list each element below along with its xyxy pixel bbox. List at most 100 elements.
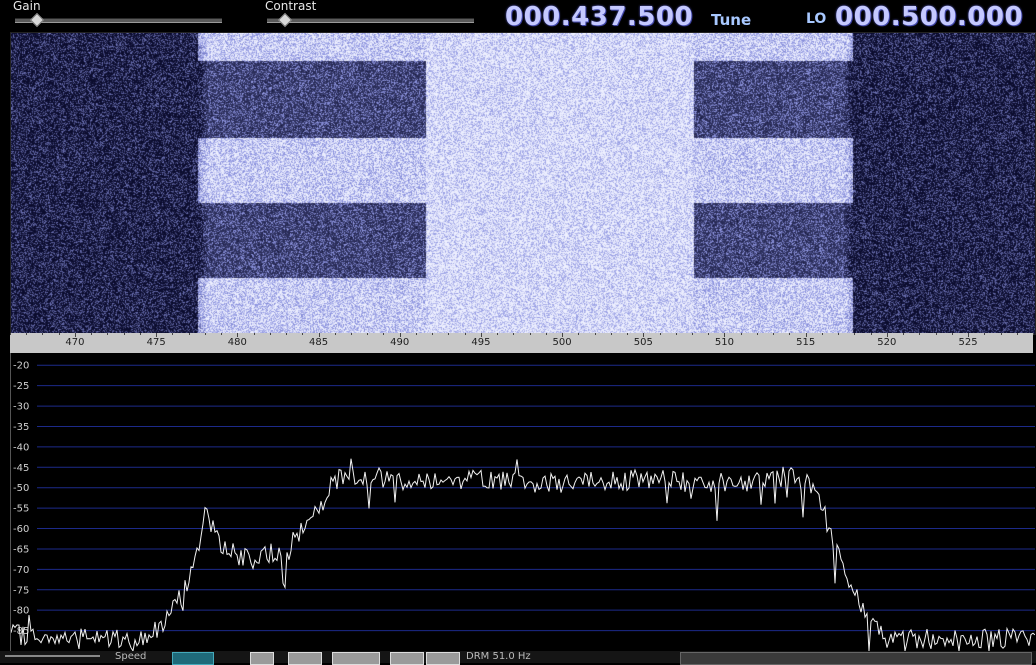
y-tick-label: -85 [13,626,29,637]
contrast-slider-thumb[interactable] [277,12,292,28]
axis-minor-tick [464,333,466,335]
axis-minor-tick [578,333,580,335]
axis-minor-tick [756,333,758,335]
axis-minor-tick [951,333,953,335]
bottom-toolbar: Speed DRM 51.0 Hz [0,651,1036,665]
speed-label: Speed [115,651,147,662]
frequency-tick-label: 520 [877,337,897,348]
axis-minor-tick [935,333,937,335]
frequency-tick-label: 515 [796,337,816,348]
axis-minor-tick [610,333,612,335]
speed-button[interactable] [172,652,214,665]
axis-minor-tick [789,333,791,335]
axis-minor-tick [708,333,710,335]
y-tick-label: -70 [13,565,29,576]
spectrum-plot[interactable]: -20 -25 -30 -35 -40 -45 -50 -55 -60 -65 -70 -75 -80 -… [10,353,1035,651]
contrast-label: Contrast [265,0,317,13]
axis-minor-tick [513,333,515,335]
y-tick-label: -35 [13,422,29,433]
axis-minor-tick [415,333,417,335]
axis-minor-tick [448,333,450,335]
frequency-tick-label: 485 [308,337,329,348]
gain-slider-track[interactable] [15,18,222,23]
spectrum-svg: -20 -25 -30 -35 -40 -45 -50 -55 -60 -65 -70 -75 -80 -… [11,361,1035,651]
axis-minor-tick [740,333,742,335]
gain-slider-thumb[interactable] [29,12,44,28]
axis-minor-tick [919,333,921,335]
axis-minor-tick [221,333,223,335]
frequency-tick-label: 470 [65,337,85,348]
toolbar-button-2[interactable] [288,652,322,665]
toolbar-button-3[interactable] [332,652,380,665]
toolbar-button-1[interactable] [250,652,274,665]
y-tick-label: -80 [13,606,29,617]
axis-minor-tick [334,333,336,335]
toolbar-button-4[interactable] [390,652,424,665]
axis-minor-tick [253,333,255,335]
axis-minor-tick [984,333,986,335]
contrast-slider-track[interactable] [267,18,474,23]
spectrum-y-axis: -20 -25 -30 -35 -40 -45 -50 -55 -60 -65 -70 -75 -80 -… [13,361,29,637]
waterfall-display[interactable] [10,32,1036,335]
axis-minor-tick [675,333,677,335]
axis-minor-tick [870,333,872,335]
axis-minor-tick [529,333,531,335]
y-tick-label: -55 [13,504,29,515]
axis-minor-tick [269,333,271,335]
axis-minor-tick [367,333,369,335]
speed-slider-track[interactable] [5,655,100,657]
tune-frequency-display[interactable]: 000.437.500 [505,2,693,32]
axis-minor-tick [286,333,288,335]
axis-minor-tick [123,333,125,335]
y-tick-label: -50 [13,483,29,494]
axis-minor-tick [302,333,304,335]
axis-minor-tick [838,333,840,335]
drm-status-label: DRM 51.0 Hz [466,651,531,662]
axis-minor-tick [432,333,434,335]
toolbar-button-5[interactable] [426,652,460,665]
axis-minor-tick [773,333,775,335]
y-tick-label: -40 [13,442,29,453]
frequency-axis[interactable]: 470 475 480 485 490 495 500 505 510 515 520 525 [10,333,1034,354]
axis-minor-tick [139,333,141,335]
axis-minor-tick [351,333,352,335]
frequency-tick-label: 480 [227,337,247,348]
y-tick-label: -60 [13,524,29,535]
frequency-tick-label: 490 [390,337,410,348]
axis-minor-tick [188,333,190,335]
y-tick-label: -75 [13,585,29,596]
axis-minor-tick [58,333,60,335]
frequency-tick-label: 475 [146,337,166,348]
axis-minor-tick [1000,333,1002,335]
y-tick-label: -30 [13,402,29,413]
mode-buttons-strip[interactable] [680,652,1032,665]
frequency-tick-label: 525 [958,337,978,348]
tune-label: Tune [711,11,752,29]
axis-minor-tick [383,333,385,335]
axis-minor-tick [545,333,547,335]
axis-minor-tick [107,333,109,335]
axis-minor-tick [903,333,905,335]
axis-minor-tick [627,333,629,335]
y-tick-label: -45 [13,463,29,474]
axis-minor-tick [42,333,44,335]
top-control-bar: Gain Contrast 000.437.500 Tune LO 000.50… [0,0,1036,32]
gain-label: Gain [13,0,41,13]
frequency-tick-label: 495 [471,337,491,348]
frequency-tick-label: 505 [633,337,653,348]
y-tick-label: -25 [13,381,29,392]
axis-minor-tick [172,333,174,335]
lo-frequency-display[interactable]: 000.500.000 [835,2,1023,32]
axis-minor-tick [594,333,596,335]
axis-minor-tick [692,333,693,335]
axis-minor-tick [659,333,661,335]
axis-minor-tick [10,333,11,335]
lo-label: LO [806,11,827,27]
axis-minor-tick [204,333,206,335]
axis-minor-tick [1016,333,1018,335]
y-tick-label: -65 [13,544,29,555]
axis-minor-tick [26,333,28,335]
axis-minor-tick [91,333,93,335]
axis-minor-tick [854,333,856,335]
axis-minor-tick [497,333,499,335]
